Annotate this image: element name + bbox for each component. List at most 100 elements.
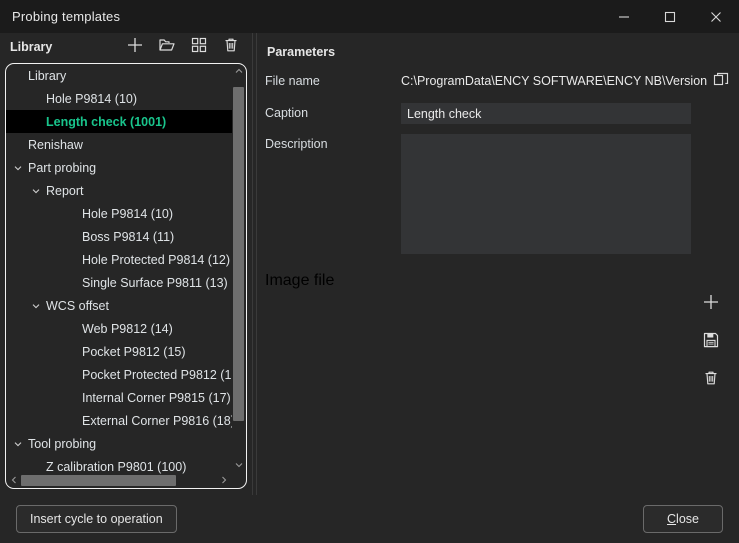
tree-item-label: Z calibration P9801 (100) [44,460,186,474]
tree-rows: Library Hole P9814 (10) Length check (1001… [6,64,232,474]
chevron-down-icon[interactable] [10,436,26,452]
chevron-down-icon [234,457,244,475]
tree-item-label: Pocket P9812 (15) [80,345,186,359]
save-image-icon [702,331,720,354]
tree-item-label: Pocket Protected P9812 (16) [80,368,232,382]
chevron-down-icon[interactable] [28,183,44,199]
delete-template-button[interactable] [216,34,246,60]
tree-item-label: Part probing [26,161,96,175]
delete-icon [222,36,240,59]
chevron-down-icon[interactable] [28,298,44,314]
scroll-left-button[interactable] [7,474,21,487]
tree-item-label: Web P9812 (14) [80,322,173,336]
close-button[interactable] [693,0,739,33]
tree-item-label: Renishaw [26,138,83,152]
open-template-button[interactable] [152,34,182,60]
tree-item-label: Length check (1001) [44,115,166,129]
tree-item-label: Hole P9814 (10) [80,207,173,221]
close-dialog-button[interactable]: Close [643,505,723,533]
window-title: Probing templates [0,9,120,24]
save-image-button[interactable] [697,329,725,355]
tree-item[interactable]: WCS offset [6,294,232,317]
copy-icon [713,72,729,93]
library-title: Library [10,40,52,54]
tree-item[interactable]: Pocket P9812 (15) [6,340,232,363]
dialog-footer: Insert cycle to operation Close [0,495,739,543]
tree-item-label: Hole Protected P9814 (12) [80,253,230,267]
add-template-button[interactable] [120,34,150,60]
grid-view-button[interactable] [184,34,214,60]
library-pane: Library [0,33,252,495]
tree-item-label: WCS offset [44,299,109,313]
tree-vertical-scrollbar[interactable] [232,65,245,473]
delete-image-button[interactable] [697,367,725,393]
minimize-icon [618,11,630,23]
probing-templates-dialog: Probing templates Library [0,0,739,543]
tree-item-label: Single Surface P9811 (13) [80,276,228,290]
tree-item[interactable]: Boss P9814 (11) [6,225,232,248]
tree-item[interactable]: Report [6,179,232,202]
grid-view-icon [190,36,208,59]
tree-item[interactable]: Z calibration P9801 (100) [6,455,232,474]
description-label: Description [265,134,401,151]
tree-item-label: External Corner P9816 (18) [80,414,232,428]
close-accel-letter: C [667,512,676,526]
add-image-button[interactable] [697,291,725,317]
tree-item-label: Tool probing [26,437,96,451]
tree-item[interactable]: Internal Corner P9815 (17) [6,386,232,409]
template-tree[interactable]: Library Hole P9814 (10) Length check (1001… [5,63,247,489]
horizontal-scroll-thumb[interactable] [21,475,176,486]
image-file-label: Image file [265,272,334,290]
scroll-up-button[interactable] [232,65,245,79]
open-folder-icon [158,36,176,59]
horizontal-scroll-track[interactable] [21,474,217,487]
image-file-field: Image file [265,272,739,290]
tree-item[interactable]: External Corner P9816 (18) [6,409,232,432]
copy-path-button[interactable] [713,71,729,93]
scroll-right-button[interactable] [217,474,231,487]
caption-input[interactable] [401,103,691,124]
dialog-body: Library [0,33,739,495]
tree-item-label: Internal Corner P9815 (17) [80,391,231,405]
delete-image-icon [702,369,720,392]
tree-item-label: Hole P9814 (10) [44,92,137,106]
file-name-value: C:\ProgramData\ENCY SOFTWARE\ENCY NB\Ver… [401,71,707,88]
file-name-field: File name C:\ProgramData\ENCY SOFTWARE\E… [265,71,739,93]
tree-item[interactable]: Length check (1001) [6,110,232,133]
tree-item[interactable]: Pocket Protected P9812 (16) [6,363,232,386]
tree-item-label: Library [26,69,66,83]
title-bar: Probing templates [0,0,739,33]
tree-item[interactable]: Part probing [6,156,232,179]
description-field: Description [265,134,739,254]
caption-label: Caption [265,103,401,120]
parameters-title: Parameters [267,45,739,59]
tree-item[interactable]: Web P9812 (14) [6,317,232,340]
tree-item-label: Boss P9814 (11) [80,230,174,244]
tree-item[interactable]: Renishaw [6,133,232,156]
chevron-down-icon[interactable] [10,160,26,176]
tree-item[interactable]: Hole Protected P9814 (12) [6,248,232,271]
tree-item[interactable]: Hole P9814 (10) [6,202,232,225]
scroll-down-button[interactable] [232,459,245,473]
tree-horizontal-scrollbar[interactable] [7,474,231,487]
library-header: Library [0,33,252,61]
close-icon [710,11,722,23]
vertical-scroll-track[interactable] [232,79,245,459]
file-name-label: File name [265,71,401,88]
minimize-button[interactable] [601,0,647,33]
close-label-rest: lose [676,512,699,526]
library-toolbar [120,34,246,60]
add-image-icon [701,292,721,317]
vertical-scroll-thumb[interactable] [233,87,244,421]
tree-item-label: Report [44,184,84,198]
tree-item[interactable]: Single Surface P9811 (13) [6,271,232,294]
caption-field: Caption [265,103,739,124]
tree-item[interactable]: Library [6,64,232,87]
tree-item[interactable]: Tool probing [6,432,232,455]
parameters-pane: Parameters File name C:\ProgramData\ENCY… [257,33,739,495]
description-input[interactable] [401,134,691,254]
insert-cycle-button[interactable]: Insert cycle to operation [16,505,177,533]
maximize-button[interactable] [647,0,693,33]
chevron-left-icon [9,472,19,490]
tree-item[interactable]: Hole P9814 (10) [6,87,232,110]
